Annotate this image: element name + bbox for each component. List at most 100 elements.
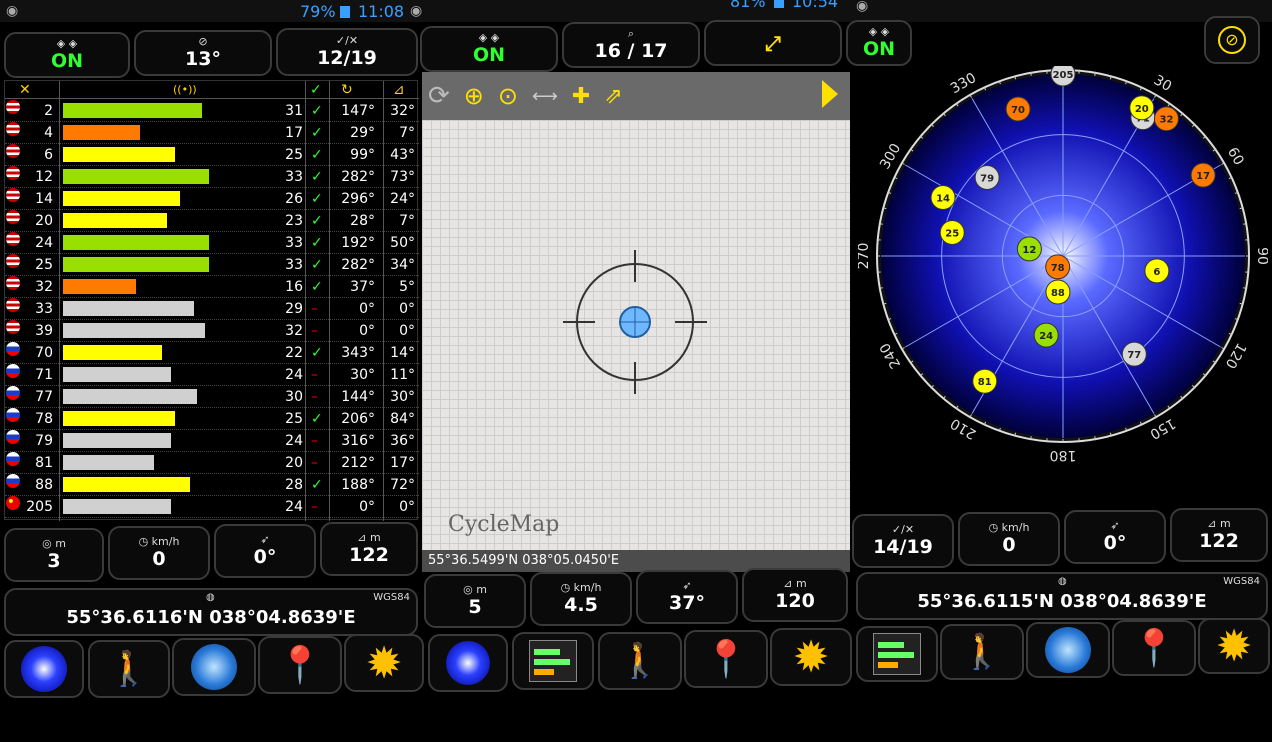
satellite-icon: ◈ ◈	[478, 31, 500, 44]
snr-cell: 24	[285, 367, 303, 383]
stat-tile[interactable]: ◎ m3	[4, 528, 104, 582]
used-check-icon: ✓	[311, 411, 323, 427]
table-row[interactable]: 2 31 ✓ 147° 32°	[5, 100, 419, 122]
stat-tile[interactable]: ⊿ m 122	[320, 522, 418, 576]
settings-button[interactable]: ✹	[770, 628, 852, 686]
sky-view-button[interactable]	[4, 640, 84, 698]
table-row[interactable]: 77 30– 144° 30°	[5, 386, 419, 408]
compass-icon[interactable]: ⊕	[464, 82, 484, 110]
stat-tile[interactable]: ◷ km/h 0	[108, 526, 210, 580]
divider	[329, 81, 330, 521]
share-icon[interactable]: ⇗	[604, 84, 622, 109]
ruler-icon[interactable]: ⟷	[532, 86, 558, 107]
table-row[interactable]: 20 23 ✓ 28° 7°	[5, 210, 419, 232]
stat-tile[interactable]: ⊿ m 120	[742, 568, 848, 622]
settings-button[interactable]: ✹	[344, 634, 424, 692]
walk-mode-button[interactable]: 🚶	[598, 632, 682, 690]
zoom-tile[interactable]: ⌕ 16 / 17	[562, 22, 700, 68]
sky-satellite-label: 6	[1153, 267, 1160, 278]
signal-bar	[63, 433, 171, 448]
elevation-cell: 36°	[390, 433, 415, 449]
coordinates-tile[interactable]: ◍ WGS84 55°36.6116'N 038°04.8639'E	[4, 588, 418, 636]
play-icon[interactable]	[822, 80, 838, 108]
table-row[interactable]: 32 16 ✓ 37° 5°	[5, 276, 419, 298]
prn-cell: 2	[44, 103, 53, 119]
elevation-icon: ⊿	[393, 82, 405, 98]
azimuth-cell: 206°	[341, 411, 375, 427]
table-row[interactable]: 81 20– 212° 17°	[5, 452, 419, 474]
table-row[interactable]: 12 33 ✓ 282° 73°	[5, 166, 419, 188]
signal-bar	[63, 147, 175, 162]
waypoint-button[interactable]: 📍	[1112, 620, 1196, 676]
gps-status-tile[interactable]: ◈ ◈ ON	[420, 26, 558, 72]
table-row[interactable]: 79 24– 316° 36°	[5, 430, 419, 452]
stat-tile[interactable]: ➶ 0°	[1064, 510, 1166, 564]
stat-tile[interactable]: ➶ 0°	[214, 524, 316, 578]
stat-tile[interactable]: ◎ m5	[424, 574, 526, 628]
country-flag-icon	[6, 122, 20, 136]
snr-cell: 25	[285, 147, 303, 163]
signal-bar	[63, 279, 136, 294]
stat-tile[interactable]: ➶ 37°	[636, 570, 738, 624]
stat-tile[interactable]: ◷ km/h 0	[958, 512, 1060, 566]
sky-view-button[interactable]	[428, 634, 508, 692]
target-icon[interactable]: ⊙	[498, 82, 518, 110]
table-row[interactable]: 71 24– 30° 11°	[5, 364, 419, 386]
snr-cell: 26	[285, 191, 303, 207]
table-row[interactable]: 4 17 ✓ 29° 7°	[5, 122, 419, 144]
map-button[interactable]	[1026, 622, 1110, 678]
satellite-signal-button[interactable]	[512, 632, 594, 690]
signal-bar	[63, 257, 209, 272]
used-check-icon: ✓	[311, 125, 323, 141]
table-row[interactable]: 39 32– 0° 0°	[5, 320, 419, 342]
snr-cell: 22	[285, 345, 303, 361]
country-flag-icon	[6, 188, 20, 202]
compass-tick	[878, 223, 883, 225]
settings-button[interactable]: ✹	[1198, 618, 1270, 674]
table-row[interactable]: 88 28 ✓ 188° 72°	[5, 474, 419, 496]
add-marker-icon[interactable]: ✚	[572, 84, 590, 109]
stat-tile[interactable]: ✓/✕ 14/19	[852, 514, 954, 568]
unused-dash-icon: –	[311, 433, 318, 449]
table-row[interactable]: 25 33 ✓ 282° 34°	[5, 254, 419, 276]
prn-cell: 205	[26, 499, 53, 515]
table-row[interactable]: 33 29– 0° 0°	[5, 298, 419, 320]
prn-cell: 20	[35, 213, 53, 229]
fullscreen-tile[interactable]: ⤢	[704, 20, 842, 66]
zoom-value: 16 / 17	[594, 40, 668, 62]
walk-mode-button[interactable]: 🚶	[940, 624, 1024, 680]
azimuth-cell: 30°	[350, 367, 375, 383]
stat-tile[interactable]: ◷ km/h 4.5	[530, 572, 632, 626]
map-button[interactable]	[172, 638, 256, 696]
datum-label: WGS84	[373, 592, 410, 603]
compass-button[interactable]: ⊘	[1204, 16, 1260, 64]
refresh-icon[interactable]: ⟳	[428, 81, 450, 111]
radar-icon	[446, 641, 490, 685]
satellites-count-tile[interactable]: ✓/✕ 12/19	[276, 28, 418, 76]
used-check-icon: ✓	[311, 477, 323, 493]
table-row[interactable]: 78 25 ✓ 206° 84°	[5, 408, 419, 430]
map-view[interactable]: ⟳ ⊕ ⊙ ⟷ ✚ ⇗ CycleMap 55°36.5499'N 038°05…	[422, 72, 850, 572]
stat-tile[interactable]: ⊿ m 122	[1170, 508, 1268, 562]
waypoint-button[interactable]: 📍	[684, 630, 768, 688]
elevation-cell: 43°	[390, 147, 415, 163]
gear-icon: ✹	[365, 637, 403, 689]
table-row[interactable]: 24 33 ✓ 192° 50°	[5, 232, 419, 254]
waypoint-button[interactable]: 📍	[258, 636, 342, 694]
table-row[interactable]: 6 25 ✓ 99° 43°	[5, 144, 419, 166]
walking-icon: 🚶	[107, 649, 151, 689]
table-row[interactable]: 205 24– 0° 0°	[5, 496, 419, 518]
gps-status-tile[interactable]: ◈ ◈ ON	[846, 20, 912, 66]
unused-dash-icon: –	[311, 455, 318, 471]
country-flag-icon	[6, 430, 20, 444]
coordinates-tile[interactable]: ◍ WGS84 55°36.6115'N 038°04.8639'E	[856, 572, 1268, 620]
walk-mode-button[interactable]: 🚶	[88, 640, 170, 698]
satellite-signal-button[interactable]	[856, 626, 938, 682]
country-flag-icon	[6, 298, 20, 312]
unused-dash-icon: –	[311, 301, 318, 317]
table-row[interactable]: 14 26 ✓ 296° 24°	[5, 188, 419, 210]
globe-icon	[191, 644, 237, 690]
heading-tile[interactable]: ⊘ 13°	[134, 30, 272, 76]
gps-status-tile[interactable]: ◈ ◈ ON	[4, 32, 130, 78]
table-row[interactable]: 70 22 ✓ 343° 14°	[5, 342, 419, 364]
